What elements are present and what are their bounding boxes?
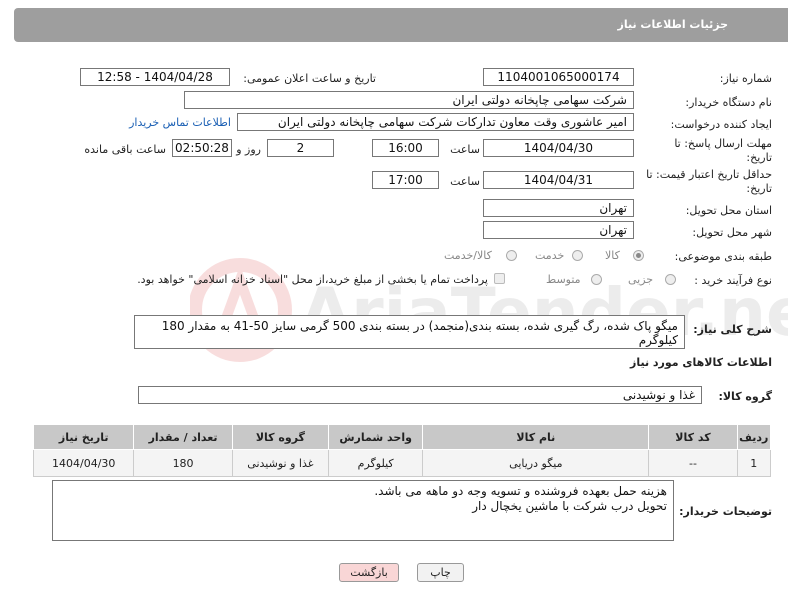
contact-info-link[interactable]: اطلاعات تماس خریدار xyxy=(129,116,231,129)
category-goods-label: کالا xyxy=(605,249,620,262)
city-label: شهر محل تحویل: xyxy=(692,226,772,239)
buyer-notes-line-2: تحویل درب شرکت با ماشین یخچال دار xyxy=(472,499,667,513)
cell-group: غذا و نوشیدنی xyxy=(231,449,330,477)
category-goods-radio[interactable] xyxy=(633,250,644,261)
buyer-notes-field[interactable]: هزینه حمل بعهده فروشنده و تسویه وجه دو م… xyxy=(52,480,674,541)
col-date: تاریخ نیاز xyxy=(32,424,135,450)
payment-checkbox[interactable] xyxy=(494,273,505,284)
buyer-field: شرکت سهامی چاپخانه دولتی ایران xyxy=(184,91,634,109)
col-code: کد کالا xyxy=(648,424,738,450)
cell-code: -- xyxy=(648,449,738,477)
page-header: جزئیات اطلاعات نیاز xyxy=(14,8,788,42)
price-time-field: 17:00 xyxy=(372,171,439,189)
category-goods-service-label: کالا/خدمت xyxy=(444,249,492,262)
goods-section-title: اطلاعات کالاهای مورد نیاز xyxy=(630,356,772,369)
description-field[interactable]: میگو پاک شده، رگ گیری شده، بسته بندی(منج… xyxy=(134,315,685,349)
cell-unit: کیلوگرم xyxy=(328,449,424,477)
need-number-field: 1104001065000174 xyxy=(483,68,634,86)
goods-group-field: غذا و نوشیدنی xyxy=(138,386,702,404)
process-minor-radio[interactable] xyxy=(665,274,676,285)
goods-group-label: گروه کالا: xyxy=(718,390,772,403)
process-minor-label: جزیی xyxy=(628,273,654,286)
cell-row: 1 xyxy=(736,449,772,477)
col-quantity: تعداد / مقدار xyxy=(133,424,233,450)
need-number-label: شماره نیاز: xyxy=(719,72,772,85)
col-unit: واحد شمارش xyxy=(328,424,424,450)
category-service-label: خدمت xyxy=(535,249,565,262)
category-service-radio[interactable] xyxy=(572,250,583,261)
process-medium-radio[interactable] xyxy=(591,274,602,285)
table-row[interactable]: 1 -- میگو دریایی کیلوگرم غذا و نوشیدنی 1… xyxy=(32,449,772,477)
payment-note: پرداخت تمام یا بخشی از مبلغ خرید،از محل … xyxy=(137,273,488,286)
col-name: نام کالا xyxy=(422,424,650,450)
announce-label: تاریخ و ساعت اعلان عمومی: xyxy=(243,72,376,85)
province-field: تهران xyxy=(483,199,634,217)
buyer-notes-label: توضیحات خریدار: xyxy=(679,505,772,518)
category-label: طبقه بندی موضوعی: xyxy=(674,250,772,263)
deadline-date-field: 1404/04/30 xyxy=(483,139,634,157)
goods-table-header: ردیف کد کالا نام کالا واحد شمارش گروه کا… xyxy=(32,424,772,450)
cell-date: 1404/04/30 xyxy=(32,449,135,477)
deadline-label: مهلت ارسال پاسخ: تا تاریخ: xyxy=(674,137,772,164)
page-title: جزئیات اطلاعات نیاز xyxy=(617,18,729,31)
buyer-label: نام دستگاه خریدار: xyxy=(685,96,772,109)
announce-field: 1404/04/28 - 12:58 xyxy=(80,68,230,86)
cell-quantity: 180 xyxy=(133,449,233,477)
days-field: 2 xyxy=(267,139,334,157)
col-group: گروه کالا xyxy=(231,424,330,450)
remaining-label: ساعت باقی مانده xyxy=(84,143,166,156)
description-label: شرح کلی نیاز: xyxy=(693,323,772,336)
back-button[interactable]: بازگشت xyxy=(339,563,399,582)
province-label: استان محل تحویل: xyxy=(685,204,772,217)
days-label: روز و xyxy=(236,143,261,156)
deadline-time-field: 16:00 xyxy=(372,139,439,157)
price-validity-label: حداقل تاریخ اعتبار قیمت: تا تاریخ: xyxy=(646,168,772,195)
process-medium-label: متوسط xyxy=(546,273,581,286)
remaining-time-field: 02:50:28 xyxy=(172,139,232,157)
col-row: ردیف xyxy=(736,424,772,450)
requester-label: ایجاد کننده درخواست: xyxy=(670,118,772,131)
goods-table: ردیف کد کالا نام کالا واحد شمارش گروه کا… xyxy=(32,424,772,477)
print-button[interactable]: چاپ xyxy=(417,563,464,582)
price-time-label: ساعت xyxy=(450,175,480,188)
requester-field: امیر عاشوری وقت معاون تدارکات شرکت سهامی… xyxy=(237,113,634,131)
deadline-time-label: ساعت xyxy=(450,143,480,156)
category-goods-service-radio[interactable] xyxy=(506,250,517,261)
buyer-notes-line-1: هزینه حمل بعهده فروشنده و تسویه وجه دو م… xyxy=(374,484,667,498)
city-field: تهران xyxy=(483,221,634,239)
price-date-field: 1404/04/31 xyxy=(483,171,634,189)
process-label: نوع فرآیند خرید : xyxy=(694,274,772,287)
cell-name: میگو دریایی xyxy=(422,449,650,477)
